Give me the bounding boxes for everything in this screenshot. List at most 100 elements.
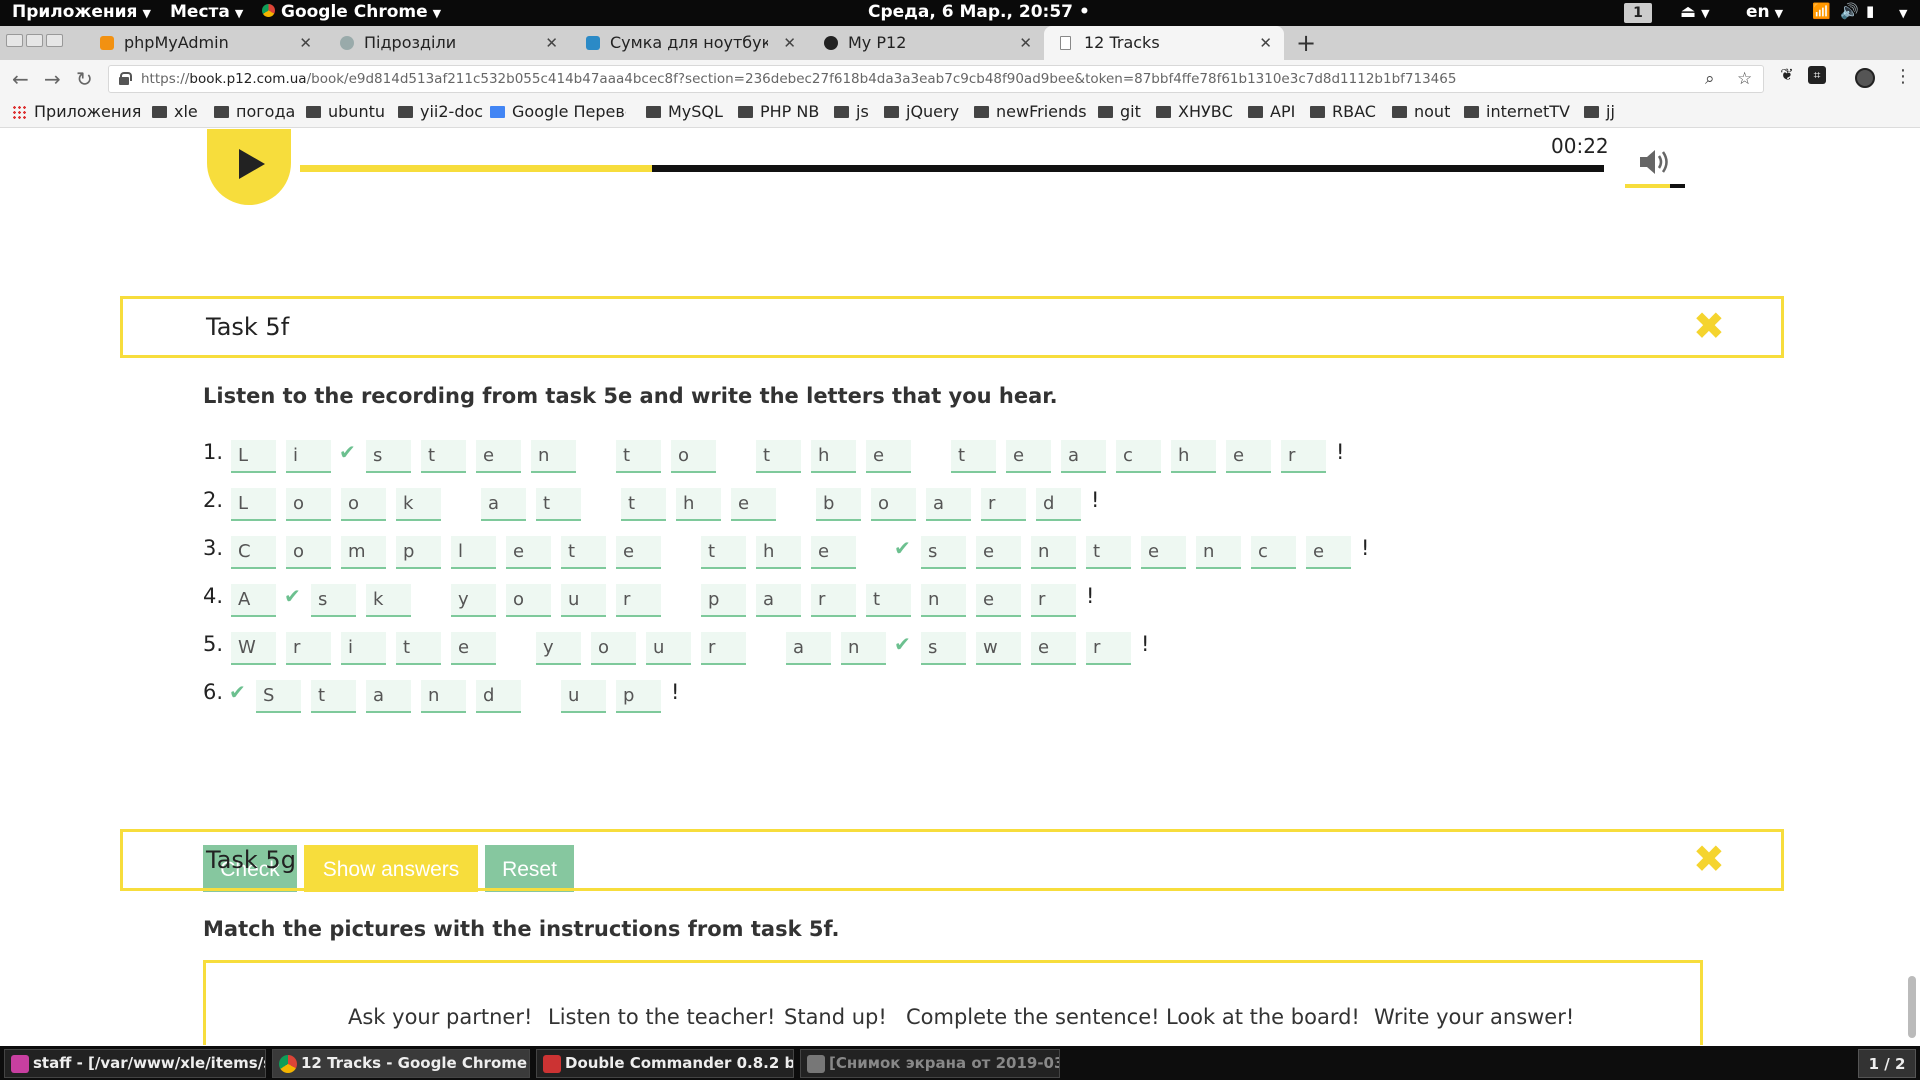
clock[interactable]: Среда, 6 Мар., 20:57 •	[868, 2, 1090, 22]
taskbar-item-phpstorm[interactable]: staff - [/var/www/xle/items/s...	[4, 1049, 266, 1078]
task-5f-header[interactable]: Task 5f ✖	[120, 296, 1784, 358]
battery-icon[interactable]: ▮	[1866, 2, 1874, 20]
zoom-icon[interactable]: ⌕	[1705, 69, 1715, 89]
tab-phpmyadmin[interactable]: phpMyAdmin ✕	[84, 26, 324, 60]
letter-input[interactable]: e	[976, 584, 1021, 617]
bookmark-folder[interactable]: internetTV	[1464, 102, 1570, 121]
letter-input[interactable]: e	[976, 536, 1021, 569]
letter-input[interactable]: t	[951, 440, 996, 473]
bookmark-folder[interactable]: js	[834, 102, 869, 121]
letter-input[interactable]: m	[341, 536, 386, 569]
letter-input[interactable]: a	[366, 680, 411, 713]
letter-input[interactable]: o	[506, 584, 551, 617]
letter-input[interactable]: i	[341, 632, 386, 665]
bookmark-folder[interactable]: newFriends	[974, 102, 1087, 121]
volume-icon[interactable]	[1638, 147, 1674, 177]
letter-input[interactable]: r	[1086, 632, 1131, 665]
bookmark-folder[interactable]: API	[1248, 102, 1295, 121]
match-option[interactable]: Stand up!	[784, 1005, 887, 1029]
letter-input[interactable]: e	[451, 632, 496, 665]
close-window-button[interactable]	[6, 34, 23, 47]
letter-input[interactable]: o	[671, 440, 716, 473]
letter-input[interactable]: t	[621, 488, 666, 521]
letter-input[interactable]: a	[756, 584, 801, 617]
close-task-5g-icon[interactable]: ✖	[1693, 837, 1725, 881]
lock-icon[interactable]	[119, 72, 132, 85]
letter-input[interactable]: p	[701, 584, 746, 617]
letter-input[interactable]: n	[421, 680, 466, 713]
letter-input[interactable]: p	[396, 536, 441, 569]
letter-input[interactable]: e	[1306, 536, 1351, 569]
reload-icon[interactable]: ↻	[76, 67, 93, 91]
letter-input[interactable]: e	[1226, 440, 1271, 473]
workspace-pager[interactable]: 1 / 2	[1858, 1049, 1916, 1078]
close-tab-icon[interactable]: ✕	[783, 26, 796, 60]
letter-input[interactable]: C	[231, 536, 276, 569]
letter-input[interactable]: A	[231, 584, 276, 617]
letter-input[interactable]: t	[311, 680, 356, 713]
letter-input[interactable]: e	[731, 488, 776, 521]
bookmark-folder[interactable]: MySQL	[646, 102, 723, 121]
letter-input[interactable]: l	[451, 536, 496, 569]
taskbar-item-chrome[interactable]: 12 Tracks - Google Chrome	[272, 1049, 530, 1078]
extension-icon[interactable]: ❦	[1778, 66, 1796, 84]
letter-input[interactable]: e	[616, 536, 661, 569]
letter-input[interactable]: w	[976, 632, 1021, 665]
letter-input[interactable]: r	[286, 632, 331, 665]
bookmark-apps[interactable]: Приложения	[12, 102, 141, 121]
match-option[interactable]: Look at the board!	[1166, 1005, 1360, 1029]
letter-input[interactable]: s	[366, 440, 411, 473]
close-tab-icon[interactable]: ✕	[1019, 26, 1032, 60]
letter-input[interactable]: r	[1281, 440, 1326, 473]
letter-input[interactable]: a	[926, 488, 971, 521]
letter-input[interactable]: y	[451, 584, 496, 617]
forward-icon[interactable]: →	[44, 67, 61, 91]
letter-input[interactable]: p	[616, 680, 661, 713]
match-option[interactable]: Ask your partner!	[348, 1005, 532, 1029]
active-app-menu[interactable]: Google Chrome ▼	[262, 2, 441, 22]
letter-input[interactable]: b	[816, 488, 861, 521]
letter-input[interactable]: y	[536, 632, 581, 665]
close-tab-icon[interactable]: ✕	[1259, 26, 1272, 60]
letter-input[interactable]: u	[561, 680, 606, 713]
letter-input[interactable]: t	[756, 440, 801, 473]
letter-input[interactable]: h	[811, 440, 856, 473]
letter-input[interactable]: t	[396, 632, 441, 665]
letter-input[interactable]: e	[1031, 632, 1076, 665]
letter-input[interactable]: o	[591, 632, 636, 665]
letter-input[interactable]: k	[366, 584, 411, 617]
letter-input[interactable]: t	[1086, 536, 1131, 569]
bookmark-folder[interactable]: ubuntu	[306, 102, 385, 121]
tab-pidrozdily[interactable]: Підрозділи ✕	[324, 26, 570, 60]
close-tab-icon[interactable]: ✕	[299, 26, 312, 60]
letter-input[interactable]: o	[871, 488, 916, 521]
letter-input[interactable]: n	[921, 584, 966, 617]
page-scrollbar-thumb[interactable]	[1908, 976, 1916, 1038]
letter-input[interactable]: k	[396, 488, 441, 521]
language-indicator[interactable]: en ▼	[1746, 2, 1783, 22]
letter-input[interactable]: c	[1251, 536, 1296, 569]
letter-input[interactable]: e	[866, 440, 911, 473]
play-button[interactable]	[207, 129, 291, 205]
letter-input[interactable]: r	[616, 584, 661, 617]
bookmark-folder[interactable]: yii2-doc	[398, 102, 483, 121]
bookmark-star-icon[interactable]: ☆	[1737, 69, 1752, 89]
letter-input[interactable]: u	[646, 632, 691, 665]
letter-input[interactable]: e	[1006, 440, 1051, 473]
match-option[interactable]: Complete the sentence!	[906, 1005, 1160, 1029]
letter-input[interactable]: t	[701, 536, 746, 569]
letter-input[interactable]: W	[231, 632, 276, 665]
letter-input[interactable]: h	[1171, 440, 1216, 473]
bookmark-folder[interactable]: jQuery	[884, 102, 959, 121]
letter-input[interactable]: r	[1031, 584, 1076, 617]
letter-input[interactable]: h	[676, 488, 721, 521]
letter-input[interactable]: n	[531, 440, 576, 473]
audio-progress-bar[interactable]	[300, 165, 1604, 172]
back-icon[interactable]: ←	[12, 67, 29, 91]
places-menu[interactable]: Места ▼	[170, 2, 243, 22]
bookmark-folder[interactable]: nout	[1392, 102, 1450, 121]
letter-input[interactable]: d	[1036, 488, 1081, 521]
bookmark-folder[interactable]: git	[1098, 102, 1141, 121]
extension-2-icon[interactable]: ⌗	[1808, 66, 1826, 84]
letter-input[interactable]: a	[1061, 440, 1106, 473]
